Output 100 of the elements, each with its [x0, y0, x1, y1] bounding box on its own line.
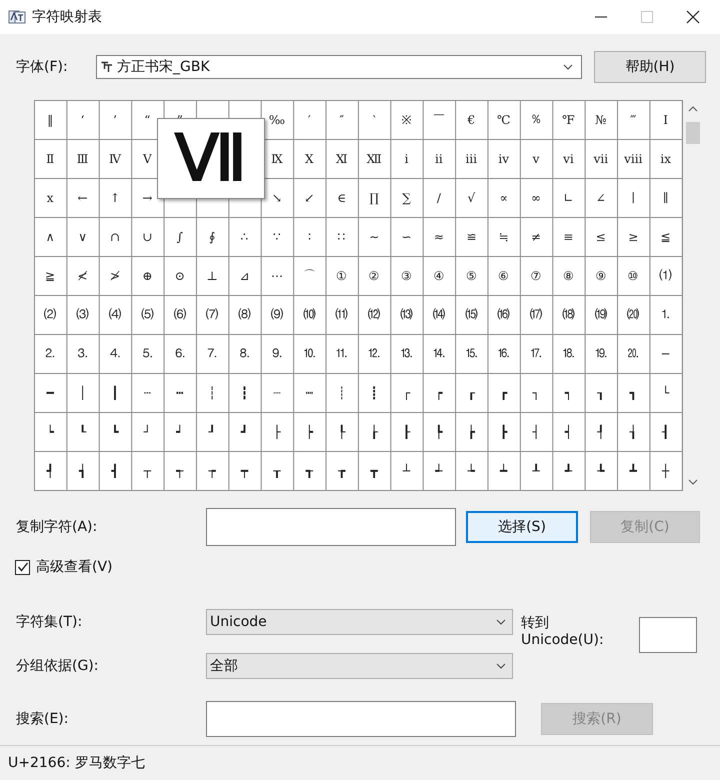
character-cell[interactable]: ⒄: [520, 295, 552, 334]
character-cell[interactable]: ⑼: [260, 295, 294, 334]
character-cell[interactable]: ┱: [293, 451, 326, 490]
character-cell[interactable]: ┅: [164, 373, 196, 412]
character-cell[interactable]: ├: [260, 412, 294, 451]
character-cell[interactable]: │: [66, 373, 99, 412]
character-cell[interactable]: ┥: [552, 412, 585, 451]
character-cell[interactable]: ┫: [98, 451, 132, 490]
character-cell[interactable]: ┵: [422, 451, 456, 490]
character-cell[interactable]: ┺: [584, 451, 618, 490]
character-cell[interactable]: Ⅳ: [98, 139, 132, 178]
character-cell[interactable]: ┕: [34, 412, 66, 451]
character-cell[interactable]: ⊥: [196, 256, 228, 295]
character-cell[interactable]: ┊: [326, 373, 358, 412]
character-cell[interactable]: ┣: [487, 412, 520, 451]
character-cell[interactable]: ┩: [34, 451, 66, 490]
character-cell[interactable]: ’: [98, 100, 132, 139]
character-cell[interactable]: ┄: [131, 373, 164, 412]
character-cell[interactable]: ┻: [617, 451, 650, 490]
character-cell[interactable]: ↙: [293, 178, 326, 217]
character-cell[interactable]: ┡: [422, 412, 456, 451]
character-cell[interactable]: ∟: [552, 178, 585, 217]
character-cell[interactable]: ⒒: [326, 334, 358, 373]
character-cell[interactable]: ┸: [520, 451, 552, 490]
character-cell[interactable]: ⒖: [455, 334, 488, 373]
character-cell[interactable]: ⋯: [260, 256, 294, 295]
character-cell[interactable]: ∪: [131, 217, 164, 256]
character-cell[interactable]: Ⅱ: [34, 139, 66, 178]
character-cell[interactable]: ⑦: [520, 256, 552, 295]
character-cell[interactable]: ┯: [228, 451, 261, 490]
character-cell[interactable]: ≧: [34, 256, 66, 295]
character-cell[interactable]: ┓: [617, 373, 650, 412]
character-cell[interactable]: ∵: [260, 217, 294, 256]
character-cell[interactable]: ┰: [260, 451, 294, 490]
character-cell[interactable]: ℃: [487, 100, 520, 139]
character-cell[interactable]: ┢: [455, 412, 488, 451]
copy-field[interactable]: [206, 508, 456, 546]
character-cell[interactable]: ⒚: [584, 334, 618, 373]
character-cell[interactable]: ⒕: [422, 334, 456, 373]
character-cell[interactable]: Ⅰ: [649, 100, 682, 139]
character-cell[interactable]: ⑤: [455, 256, 488, 295]
character-cell[interactable]: ≈: [422, 217, 456, 256]
character-cell[interactable]: ┟: [358, 412, 390, 451]
character-cell[interactable]: ⒅: [552, 295, 585, 334]
character-cell[interactable]: ⑧: [552, 256, 585, 295]
font-dropdown[interactable]: 方正书宋_GBK: [96, 55, 582, 79]
character-cell[interactable]: ≒: [487, 217, 520, 256]
character-cell[interactable]: ⊙: [164, 256, 196, 295]
character-cell[interactable]: ┷: [487, 451, 520, 490]
character-cell[interactable]: ┧: [617, 412, 650, 451]
character-cell[interactable]: ┇: [228, 373, 261, 412]
character-cell[interactable]: ⒑: [293, 334, 326, 373]
character-cell[interactable]: ③: [390, 256, 423, 295]
character-cell[interactable]: ‖: [34, 100, 66, 139]
character-cell[interactable]: ⅱ: [422, 139, 456, 178]
character-cell[interactable]: ≥: [617, 217, 650, 256]
character-cell[interactable]: ∠: [584, 178, 618, 217]
character-cell[interactable]: ≮: [66, 256, 99, 295]
character-cell[interactable]: ∥: [649, 178, 682, 217]
character-cell[interactable]: ①: [326, 256, 358, 295]
character-cell[interactable]: ┌: [390, 373, 423, 412]
character-cell[interactable]: ⑷: [98, 295, 132, 334]
character-cell[interactable]: Ⅺ: [326, 139, 358, 178]
character-cell[interactable]: ‵: [358, 100, 390, 139]
character-cell[interactable]: ⑻: [228, 295, 261, 334]
character-cell[interactable]: ∩: [98, 217, 132, 256]
group-by-dropdown[interactable]: 全部: [206, 653, 513, 679]
character-cell[interactable]: ┲: [326, 451, 358, 490]
character-cell[interactable]: Ⅲ: [66, 139, 99, 178]
character-cell[interactable]: ⑨: [584, 256, 618, 295]
character-cell[interactable]: ⅲ: [455, 139, 488, 178]
character-cell[interactable]: ⅳ: [487, 139, 520, 178]
character-cell[interactable]: ⊕: [131, 256, 164, 295]
character-cell[interactable]: ⒁: [422, 295, 456, 334]
character-cell[interactable]: ┠: [390, 412, 423, 451]
character-cell[interactable]: ┳: [358, 451, 390, 490]
character-cell[interactable]: ┎: [455, 373, 488, 412]
character-cell[interactable]: ┼: [649, 451, 682, 490]
character-cell[interactable]: ※: [390, 100, 423, 139]
character-cell[interactable]: ↑: [98, 178, 132, 217]
character-cell[interactable]: ┪: [66, 451, 99, 490]
character-cell[interactable]: ∣: [617, 178, 650, 217]
character-cell[interactable]: ⑽: [293, 295, 326, 334]
character-cell[interactable]: ┏: [487, 373, 520, 412]
character-cell[interactable]: ⒘: [520, 334, 552, 373]
character-cell[interactable]: ⑾: [326, 295, 358, 334]
character-cell[interactable]: ⅸ: [649, 139, 682, 178]
character-cell[interactable]: ⒔: [390, 334, 423, 373]
character-cell[interactable]: ⅶ: [584, 139, 618, 178]
character-cell[interactable]: ≤: [584, 217, 618, 256]
character-cell[interactable]: ≦: [649, 217, 682, 256]
character-cell[interactable]: ‘: [66, 100, 99, 139]
character-cell[interactable]: Ⅹ: [293, 139, 326, 178]
character-cell[interactable]: ┗: [98, 412, 132, 451]
character-cell[interactable]: ⒌: [131, 334, 164, 373]
character-cell[interactable]: ┨: [649, 412, 682, 451]
character-cell[interactable]: ≠: [520, 217, 552, 256]
character-cell[interactable]: ′: [293, 100, 326, 139]
character-cell[interactable]: ┙: [164, 412, 196, 451]
character-cell[interactable]: ∨: [66, 217, 99, 256]
